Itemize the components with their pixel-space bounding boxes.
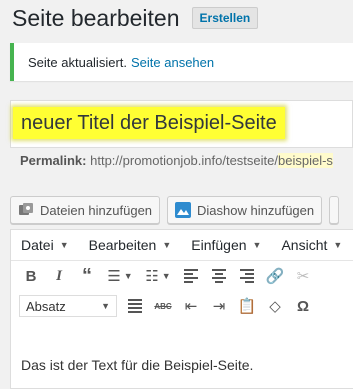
link-icon[interactable]: 🔗 (261, 262, 289, 290)
indent-icon[interactable]: ⇥ (205, 292, 233, 320)
view-page-link[interactable]: Seite ansehen (131, 55, 214, 70)
caret-down-icon: ▼ (162, 240, 172, 250)
update-notice: Seite aktualisiert. Seite ansehen (10, 43, 353, 81)
editor-content[interactable]: Das ist der Text für die Beispiel-Seite. (21, 357, 253, 373)
format-select[interactable]: Absatz ▼ (19, 295, 117, 317)
toolbar-row-1: B I “ ☰ ▼ ☷ ▼ 🔗 ✂ (11, 261, 353, 291)
add-slideshow-label: Diashow hinzufügen (197, 202, 315, 218)
menu-file[interactable]: Datei ▼ (11, 237, 79, 253)
numbered-list-icon[interactable]: ☷ ▼ (139, 262, 177, 290)
permalink-slug[interactable]: beispiel-s (278, 153, 333, 168)
add-media-label: Dateien hinzufügen (40, 202, 153, 218)
editor-menubar: Datei▼ Bearbeiten▼ Einfügen▼ Ansicht▼ F (11, 230, 353, 261)
special-character-icon[interactable]: Ω (289, 292, 317, 320)
horizontal-rule-icon[interactable] (121, 292, 149, 320)
add-slideshow-button[interactable]: Diashow hinzufügen (167, 196, 323, 224)
align-right-icon[interactable] (233, 262, 261, 290)
caret-down-icon: ▼ (333, 240, 343, 250)
notice-text: Seite aktualisiert. (28, 54, 127, 70)
permalink-label: Permalink: (20, 153, 87, 168)
menu-edit[interactable]: Bearbeiten ▼ (79, 237, 182, 253)
caret-down-icon: ▼ (252, 240, 262, 250)
menu-view[interactable]: Ansicht ▼ (271, 237, 352, 253)
permalink-base[interactable]: http://promotionjob.info/testseite/ (90, 153, 278, 168)
editor: Datei▼ Bearbeiten▼ Einfügen▼ Ansicht▼ F … (10, 229, 353, 389)
title-value: neuer Titel der Beispiel-Seite (13, 107, 285, 139)
menu-edit-label: Bearbeiten (88, 237, 157, 253)
italic-icon[interactable]: I (45, 262, 73, 290)
add-media-button[interactable]: Dateien hinzufügen (10, 196, 161, 224)
paste-text-icon[interactable]: 📋 (233, 292, 261, 320)
menu-insert[interactable]: Einfügen ▼ (181, 237, 271, 253)
title-input[interactable]: neuer Titel der Beispiel-Seite (10, 100, 353, 148)
menu-insert-label: Einfügen (191, 237, 247, 253)
format-select-value: Absatz (26, 298, 66, 314)
add-new-button[interactable]: Erstellen (191, 7, 259, 29)
page-header: Seite bearbeiten Erstellen (12, 4, 259, 32)
media-icon (18, 202, 34, 218)
unlink-icon[interactable]: ✂ (289, 262, 317, 290)
caret-down-icon: ▼ (59, 240, 69, 250)
more-media-button[interactable] (329, 196, 340, 224)
toolbar-row-2: Absatz ▼ ABC ⇤ ⇥ 📋 ◇ Ω (11, 291, 353, 321)
slideshow-icon (175, 202, 192, 218)
bullet-list-icon[interactable]: ☰ ▼ (101, 262, 139, 290)
menu-file-label: Datei (21, 237, 54, 253)
align-center-icon[interactable] (205, 262, 233, 290)
menu-view-label: Ansicht (281, 237, 328, 253)
blockquote-icon[interactable]: “ (73, 262, 101, 290)
media-buttons: Dateien hinzufügen Diashow hinzufügen (10, 196, 340, 224)
page-title: Seite bearbeiten (12, 4, 180, 31)
caret-down-icon: ▼ (101, 301, 110, 311)
permalink: Permalink: http://promotionjob.info/test… (20, 153, 333, 168)
align-left-icon[interactable] (177, 262, 205, 290)
strikethrough-icon[interactable]: ABC (149, 292, 177, 320)
clear-formatting-icon[interactable]: ◇ (261, 292, 289, 320)
outdent-icon[interactable]: ⇤ (177, 292, 205, 320)
bold-icon[interactable]: B (17, 262, 45, 290)
